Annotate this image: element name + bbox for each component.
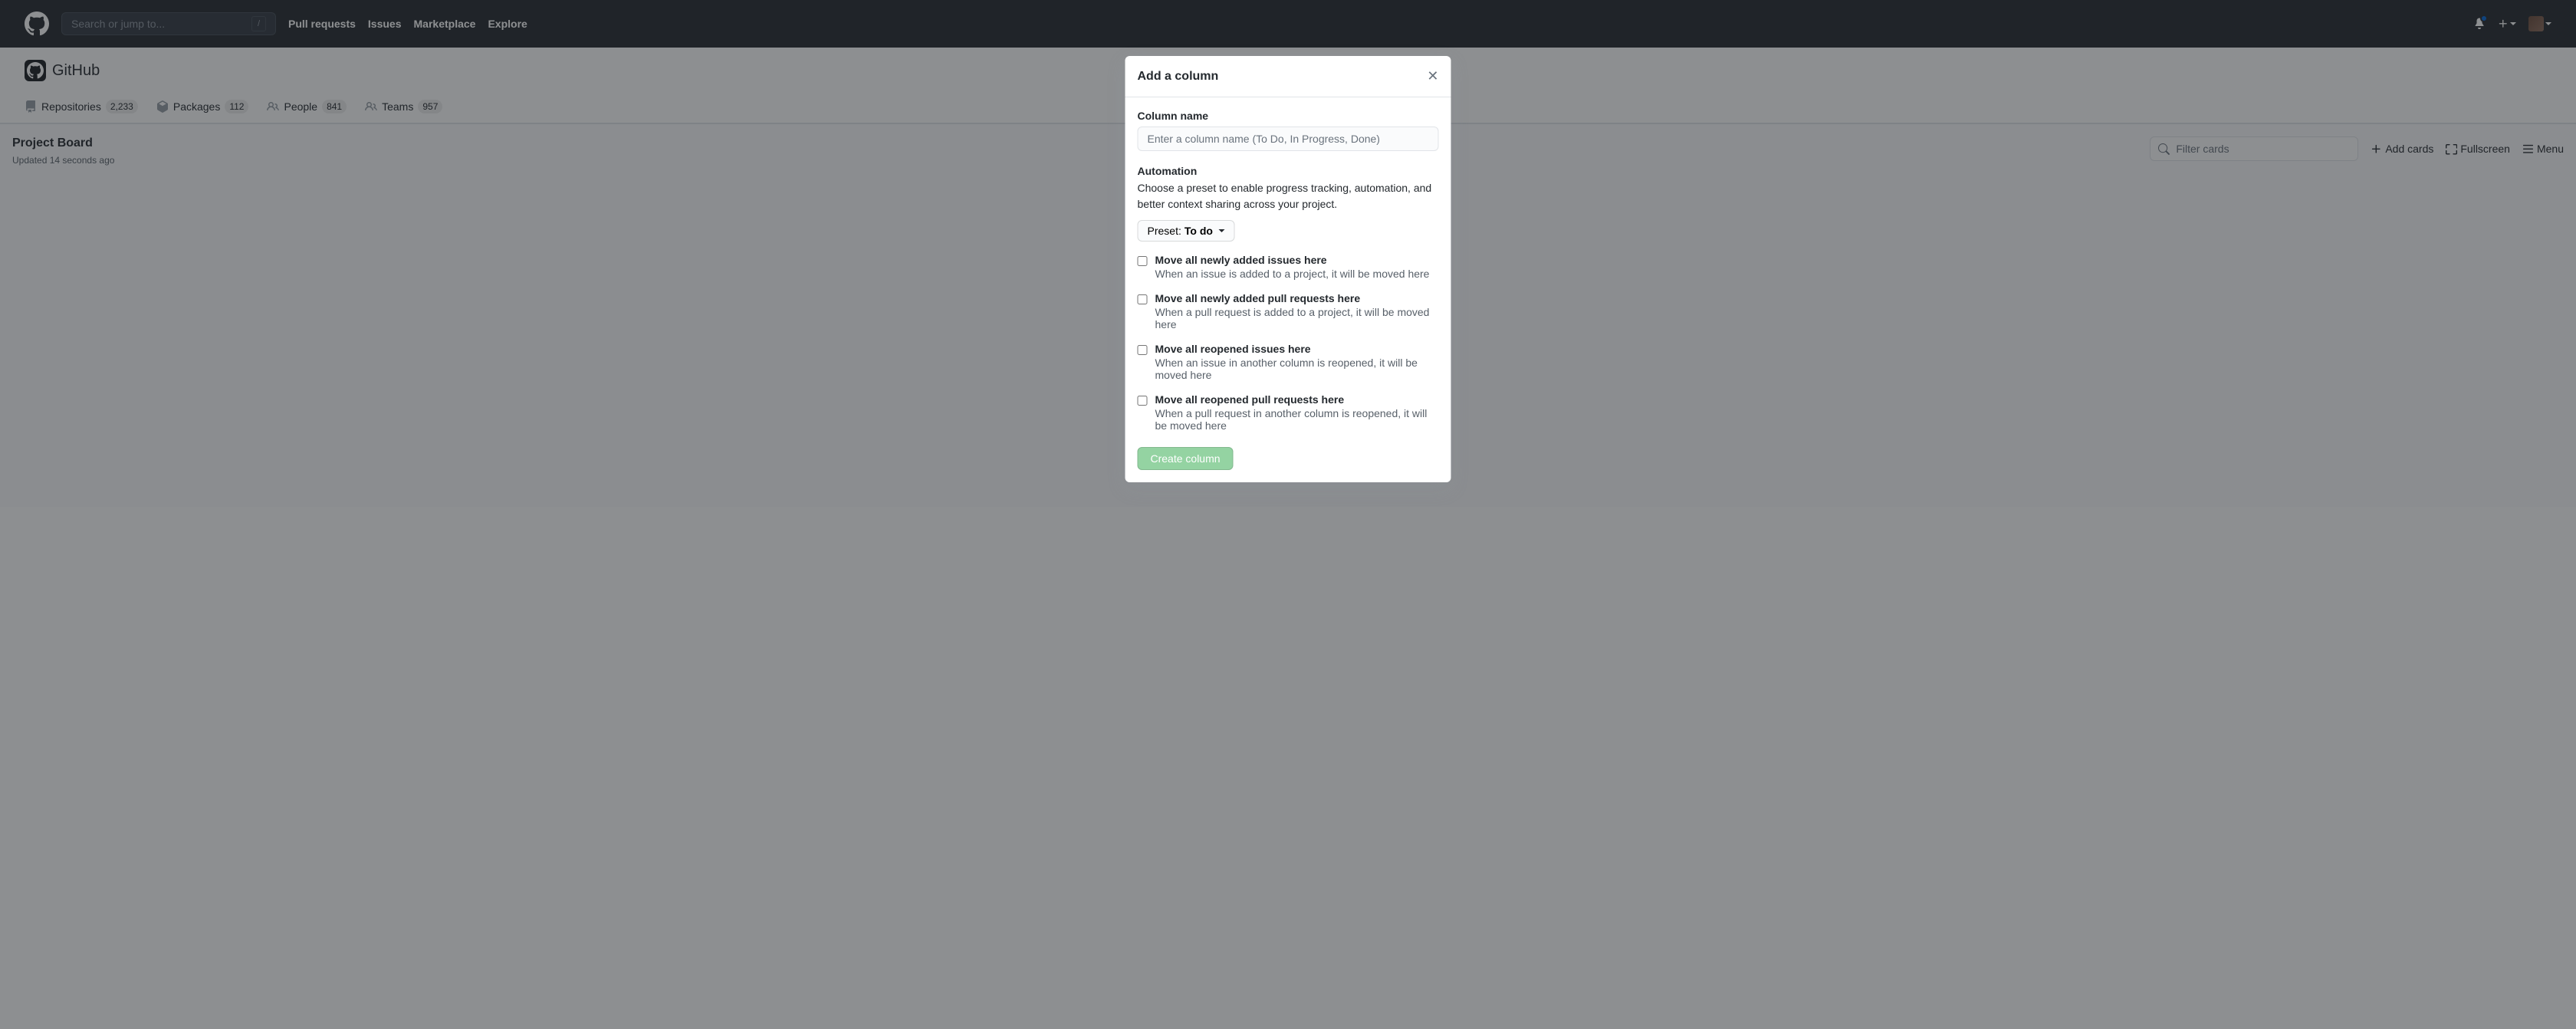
option-checkbox[interactable] <box>1138 256 1148 266</box>
automation-option: Move all reopened issues here When an is… <box>1138 343 1439 381</box>
preset-dropdown[interactable]: Preset: To do <box>1138 220 1235 242</box>
automation-description: Choose a preset to enable progress track… <box>1138 180 1439 212</box>
automation-option: Move all newly added issues here When an… <box>1138 254 1439 280</box>
option-desc: When an issue in another column is reope… <box>1155 357 1439 381</box>
column-name-input[interactable] <box>1138 127 1439 151</box>
option-title: Move all newly added pull requests here <box>1155 292 1439 304</box>
preset-value: To do <box>1184 225 1213 237</box>
modal-header: Add a column ✕ <box>1125 56 1451 97</box>
column-name-label: Column name <box>1138 110 1439 122</box>
automation-option: Move all newly added pull requests here … <box>1138 292 1439 330</box>
option-title: Move all reopened issues here <box>1155 343 1439 355</box>
caret-down-icon <box>1219 229 1225 232</box>
automation-option: Move all reopened pull requests here Whe… <box>1138 393 1439 432</box>
option-desc: When a pull request is added to a projec… <box>1155 306 1439 330</box>
close-button[interactable]: ✕ <box>1427 68 1438 84</box>
add-column-modal: Add a column ✕ Column name Automation Ch… <box>1125 56 1451 482</box>
modal-body: Column name Automation Choose a preset t… <box>1125 97 1451 482</box>
option-desc: When a pull request in another column is… <box>1155 407 1439 432</box>
modal-title: Add a column <box>1138 70 1219 84</box>
option-title: Move all newly added issues here <box>1155 254 1430 266</box>
option-checkbox[interactable] <box>1138 396 1148 406</box>
option-checkbox[interactable] <box>1138 294 1148 304</box>
option-title: Move all reopened pull requests here <box>1155 393 1439 406</box>
option-checkbox[interactable] <box>1138 345 1148 355</box>
preset-prefix: Preset: <box>1148 225 1181 237</box>
automation-label: Automation <box>1138 165 1439 177</box>
option-desc: When an issue is added to a project, it … <box>1155 268 1430 280</box>
create-column-button[interactable]: Create column <box>1138 447 1234 470</box>
